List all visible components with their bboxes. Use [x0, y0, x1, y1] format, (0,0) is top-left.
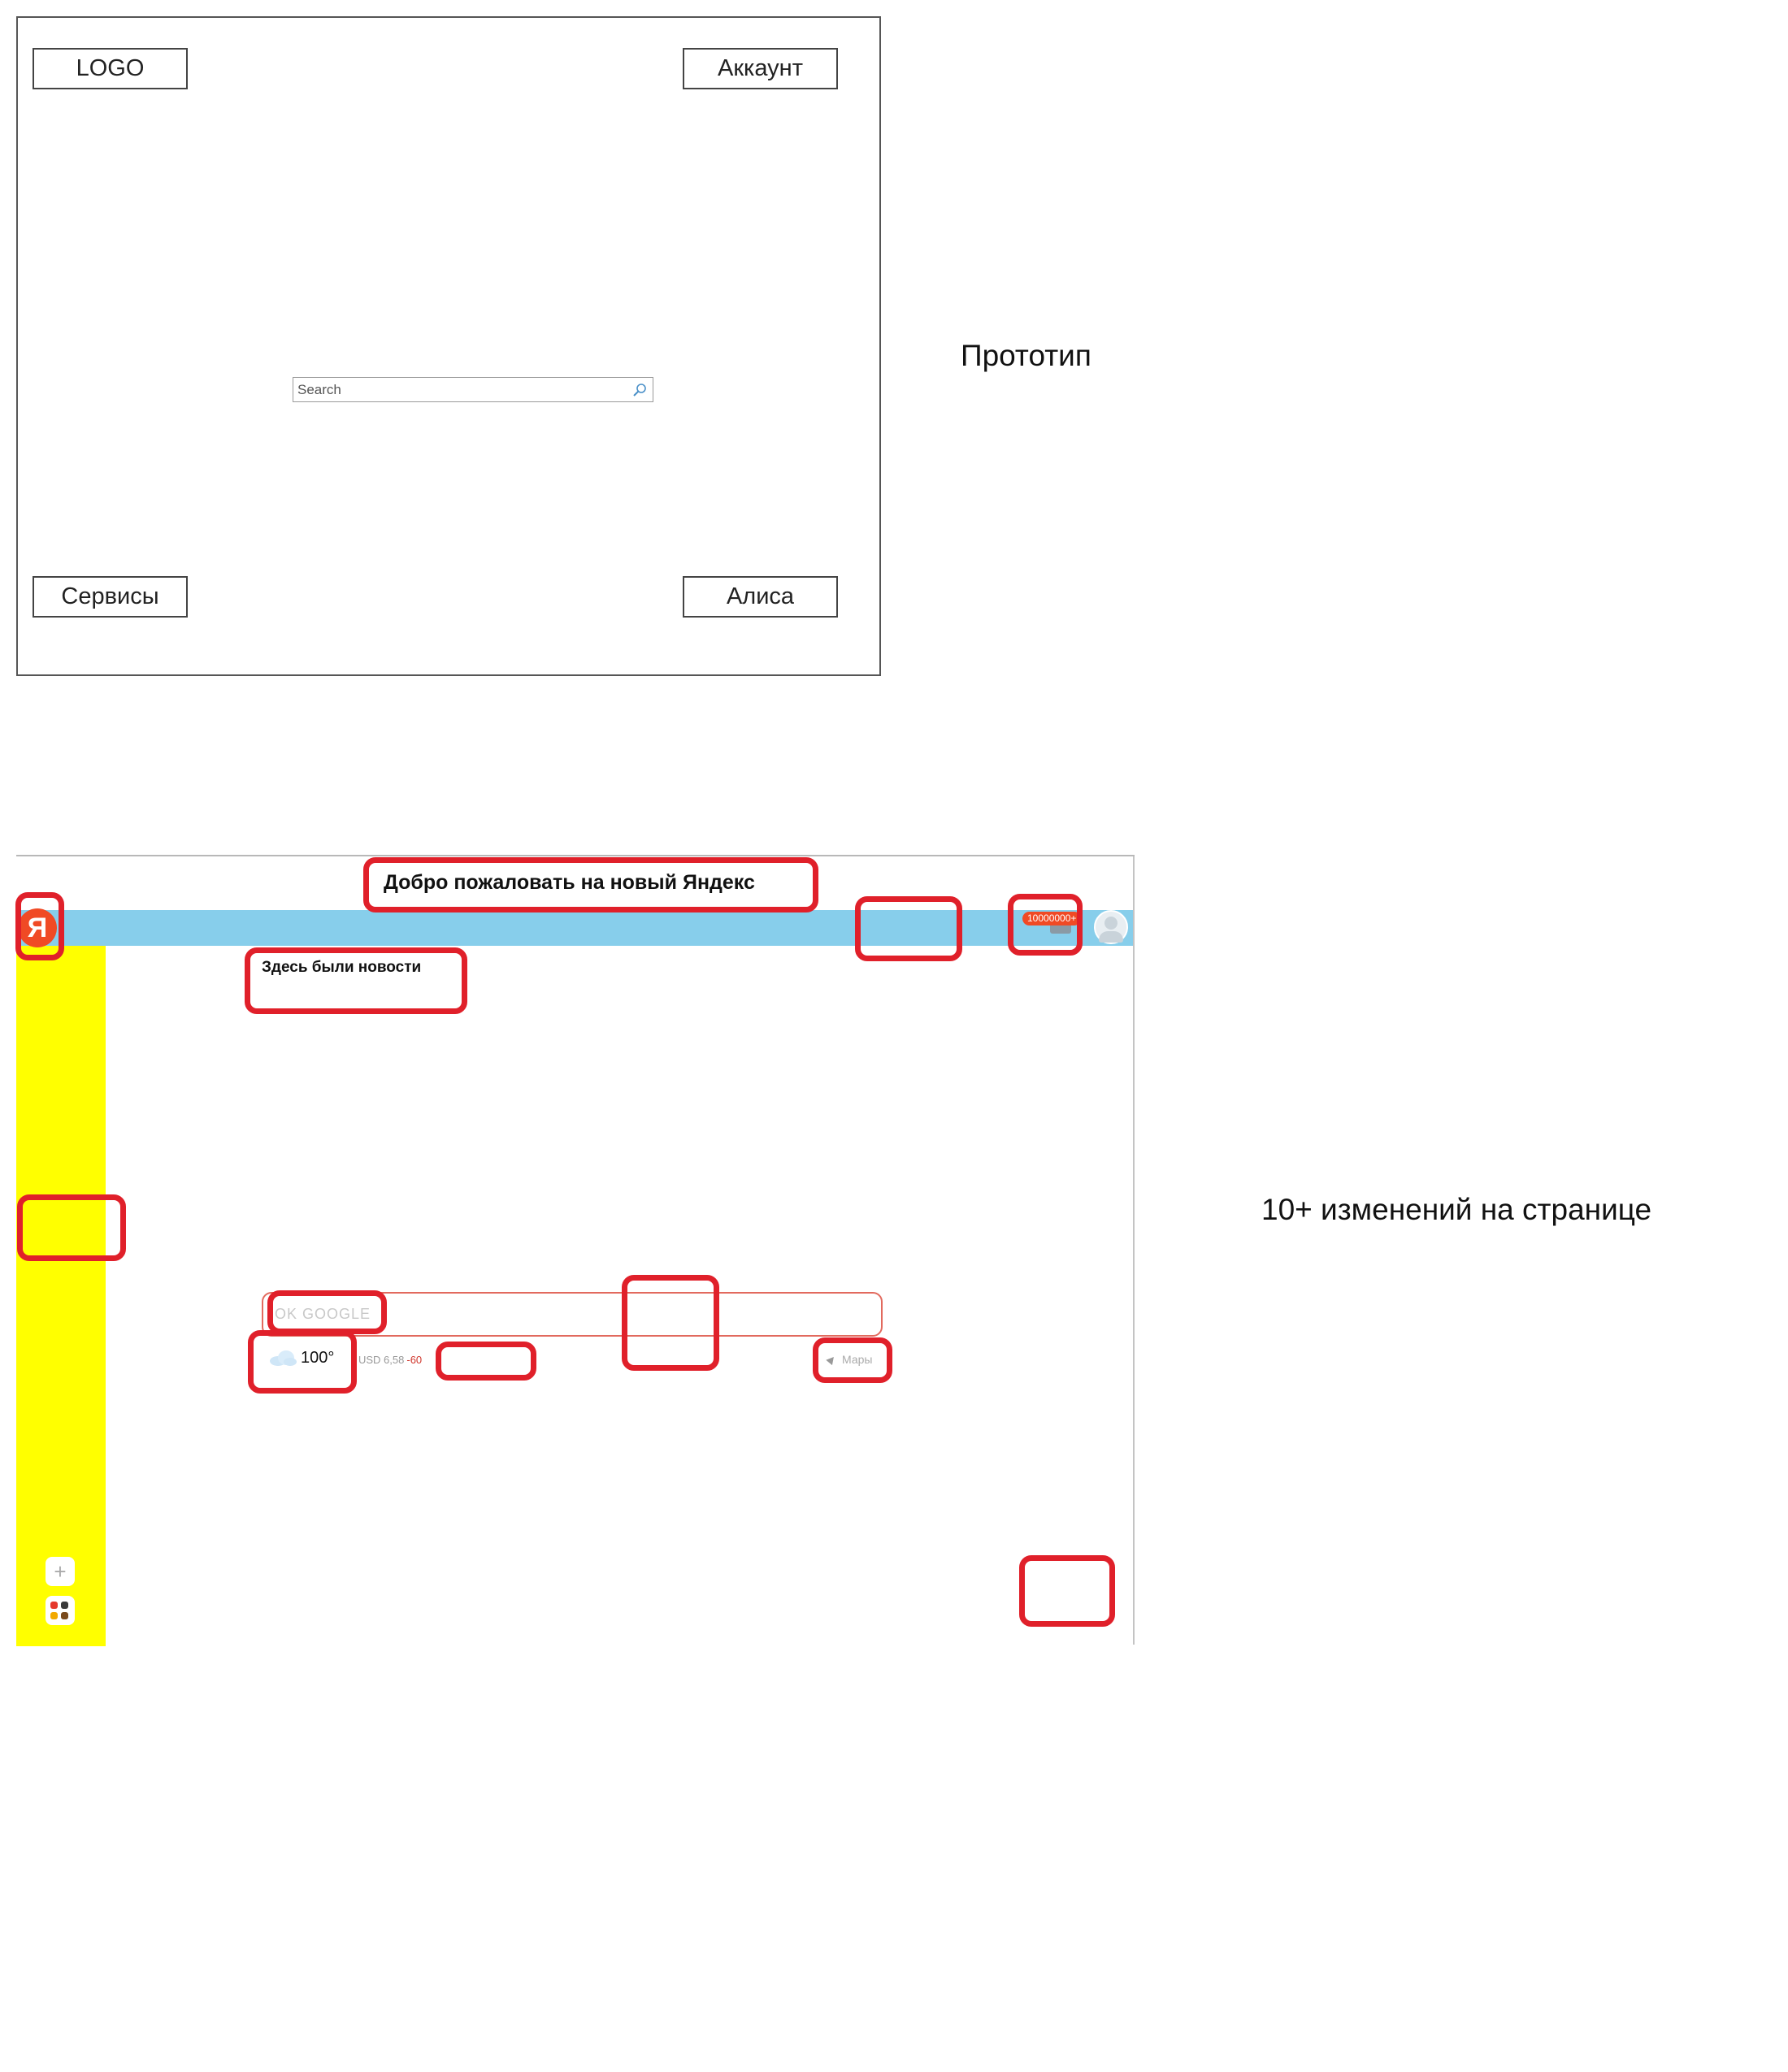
page-caption: 10+ изменений на странице: [1261, 1193, 1652, 1226]
currency-change: -60: [406, 1354, 423, 1366]
plus-symbol: +: [54, 1558, 67, 1584]
notification-badge[interactable]: 10000000+: [1022, 912, 1082, 925]
prototype-logo-label: LOGO: [76, 55, 145, 81]
avatar-body: [1099, 931, 1123, 943]
prototype-search-placeholder: Search: [297, 382, 341, 397]
maps-link[interactable]: Мары: [826, 1353, 873, 1366]
prototype-services-button[interactable]: Сервисы: [33, 576, 188, 618]
prototype-alice-button[interactable]: Алиса: [683, 576, 838, 618]
page-border-right: [1133, 856, 1135, 1645]
prototype-alice-label: Алиса: [726, 583, 795, 609]
search-icon[interactable]: [631, 382, 648, 398]
yandex-logo-letter: Я: [27, 912, 48, 943]
cloud-icon: [270, 1350, 297, 1366]
prototype-caption: Прототип: [961, 339, 1091, 372]
search-input[interactable]: [262, 1292, 883, 1337]
highlight-bottom-right: [1019, 1555, 1115, 1627]
header-bar: [16, 910, 1133, 946]
maps-label: Мары: [842, 1353, 873, 1366]
prototype-account-button[interactable]: Аккаунт: [683, 48, 838, 89]
currency-rate[interactable]: USD 6,58 -60: [358, 1354, 422, 1366]
prototype-search-field[interactable]: Search: [293, 377, 653, 402]
avatar-head: [1104, 917, 1118, 930]
location-arrow-icon: [826, 1354, 837, 1366]
prototype-services-label: Сервисы: [61, 583, 159, 609]
plus-icon[interactable]: +: [46, 1557, 75, 1586]
welcome-banner: Добро пожаловать на новый Яндекс: [384, 871, 755, 894]
currency-label: USD 6,58: [358, 1354, 405, 1366]
highlight-news: [245, 947, 467, 1014]
weather-temperature[interactable]: 100°: [301, 1349, 334, 1368]
news-placeholder: Здесь были новости: [262, 959, 422, 976]
highlight-widget-gap: [436, 1342, 536, 1381]
prototype-logo-box[interactable]: LOGO: [33, 48, 188, 89]
apps-icon[interactable]: [46, 1596, 75, 1625]
left-sidebar: [16, 946, 106, 1646]
page-border-top: [16, 855, 1135, 856]
prototype-account-label: Аккаунт: [718, 55, 803, 81]
yandex-logo-icon[interactable]: Я: [18, 908, 57, 947]
